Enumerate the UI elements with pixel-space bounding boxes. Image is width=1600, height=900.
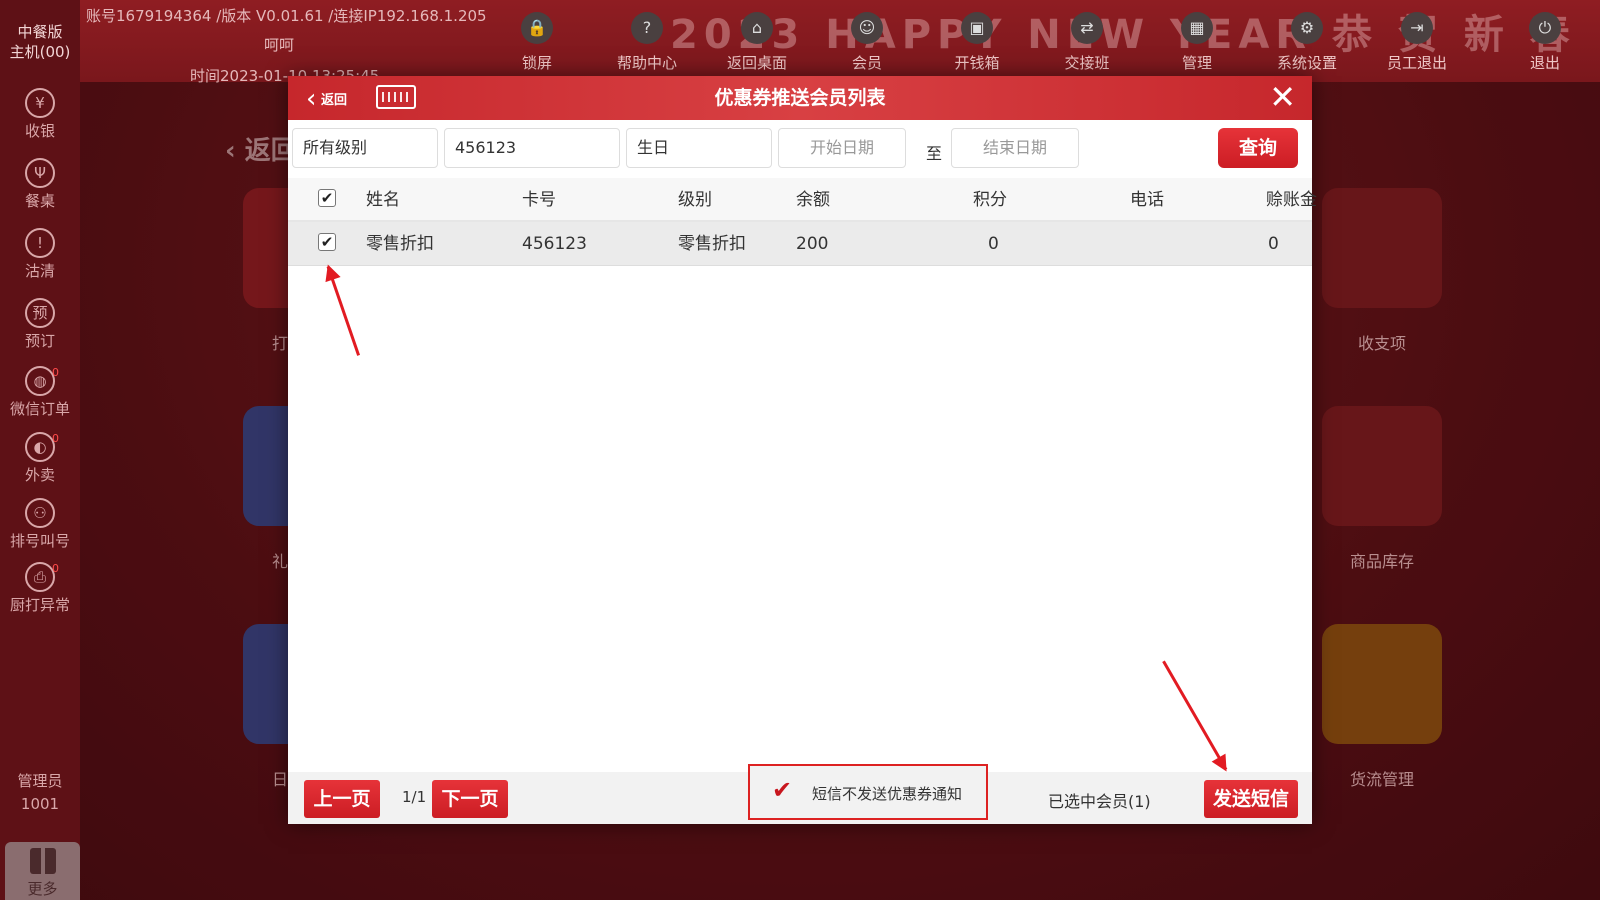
- power-icon: ⏻: [1529, 12, 1561, 44]
- col-phone: 电话: [1130, 190, 1164, 210]
- coupon-push-modal: 优惠券推送会员列表 ‹ 返回 ✕ 所有级别 456123 生日 开始日期 至 结…: [288, 76, 1317, 824]
- toolbar-settings[interactable]: ⚙ 系统设置: [1257, 12, 1357, 73]
- cell-balance: 200: [796, 234, 829, 254]
- start-date-input[interactable]: 开始日期: [778, 128, 906, 168]
- cell-level: 零售折扣: [678, 234, 746, 254]
- sidebar-item-tables[interactable]: Ψ 餐桌: [0, 158, 80, 211]
- help-icon: ?: [631, 12, 663, 44]
- col-name: 姓名: [366, 190, 400, 210]
- col-level: 级别: [678, 190, 712, 210]
- grid-icon: [29, 848, 56, 874]
- selected-count: 已选中会员(1): [1048, 792, 1151, 811]
- toolbar-desktop[interactable]: ⌂ 返回桌面: [707, 12, 807, 73]
- warning-icon: !: [25, 228, 55, 258]
- printer-icon: ⎙ 0: [25, 562, 59, 592]
- brand: 中餐版 主机(00): [9, 23, 71, 61]
- sms-no-notice-toggle[interactable]: ✔ 短信不发送优惠券通知: [748, 764, 988, 820]
- user-name: 呵呵: [264, 36, 295, 54]
- sidebar-item-soldout[interactable]: ! 沽清: [0, 228, 80, 281]
- fork-knife-icon: Ψ: [25, 158, 55, 188]
- level-select[interactable]: 所有级别: [292, 128, 438, 168]
- table-row[interactable]: ✔ 零售折扣 456123 零售折扣 200 0 0: [288, 222, 1312, 266]
- row-checkbox[interactable]: ✔: [318, 233, 336, 251]
- filter-bar: 所有级别 456123 生日 开始日期 至 结束日期 查询: [288, 120, 1312, 178]
- date-range-separator: 至: [926, 144, 943, 163]
- modal-back-button[interactable]: ‹ 返回: [306, 84, 347, 114]
- cell-name: 零售折扣: [366, 234, 434, 254]
- col-card: 卡号: [522, 190, 556, 210]
- sidebar-item-cashier[interactable]: ¥ 收银: [0, 88, 80, 141]
- col-points: 积分: [973, 190, 1007, 210]
- sidebar-item-queue[interactable]: ⚇ 排号叫号: [0, 498, 80, 551]
- toolbar-staff-logout[interactable]: ⇥ 员工退出: [1367, 12, 1467, 73]
- more-button[interactable]: 更多: [5, 842, 80, 900]
- modal-header: 优惠券推送会员列表 ‹ 返回 ✕: [288, 76, 1312, 120]
- cell-credit: 0: [1268, 234, 1279, 254]
- member-icon: ☺: [851, 12, 883, 44]
- toolbar-manage[interactable]: ▦ 管理: [1147, 12, 1247, 73]
- end-date-input[interactable]: 结束日期: [951, 128, 1079, 168]
- col-balance: 余额: [796, 190, 830, 210]
- logout-icon: ⇥: [1401, 12, 1433, 44]
- check-icon: ✔: [772, 776, 793, 804]
- takeout-badge: 0: [52, 432, 59, 445]
- next-page-button[interactable]: 下一页: [432, 780, 508, 818]
- modal-footer: 上一页 1/1 下一页 ✔ 短信不发送优惠券通知 已选中会员(1) 发送短信: [288, 764, 1312, 824]
- close-icon[interactable]: ✕: [1269, 79, 1296, 115]
- select-all-checkbox[interactable]: ✔: [318, 189, 336, 207]
- wechat-badge: 0: [52, 366, 59, 379]
- cell-card: 456123: [522, 234, 587, 254]
- toolbar-shift[interactable]: ⇄ 交接班: [1037, 12, 1137, 73]
- manage-icon: ▦: [1181, 12, 1213, 44]
- toolbar-exit[interactable]: ⏻ 退出: [1495, 12, 1595, 73]
- col-credit: 赊账金: [1266, 190, 1317, 210]
- chevron-left-icon: ‹: [306, 84, 317, 114]
- toolbar-lock[interactable]: 🔒 锁屏: [487, 12, 587, 73]
- sms-no-notice-label: 短信不发送优惠券通知: [812, 785, 963, 803]
- modal-title: 优惠券推送会员列表: [714, 87, 886, 109]
- table-header: ✔ 姓名 卡号 级别 余额 积分 电话 赊账金: [288, 178, 1317, 222]
- reserve-icon: 预: [25, 298, 55, 328]
- toolbar-cashbox[interactable]: ▣ 开钱箱: [927, 12, 1027, 73]
- queue-icon: ⚇: [25, 498, 55, 528]
- date-type-select[interactable]: 生日: [626, 128, 772, 168]
- card-number-input[interactable]: 456123: [444, 128, 620, 168]
- sidebar-item-reserve[interactable]: 预预订: [0, 298, 80, 351]
- query-button[interactable]: 查询: [1218, 128, 1298, 168]
- sidebar-item-kitchen-print-error[interactable]: ⎙ 0 厨打异常: [0, 562, 80, 615]
- send-sms-button[interactable]: 发送短信: [1204, 780, 1298, 818]
- sidebar-item-takeout[interactable]: ◐ 0 外卖: [0, 432, 80, 485]
- kitchen-badge: 0: [52, 562, 59, 575]
- lock-icon: 🔒: [521, 12, 553, 44]
- toolbar-help[interactable]: ? 帮助中心: [597, 12, 697, 73]
- takeout-icon: ◐ 0: [25, 432, 59, 462]
- sidebar-item-wechat-orders[interactable]: ◍ 0 微信订单: [0, 366, 80, 419]
- prev-page-button[interactable]: 上一页: [304, 780, 380, 818]
- gear-icon: ⚙: [1291, 12, 1323, 44]
- shift-icon: ⇄: [1071, 12, 1103, 44]
- page-indicator: 1/1: [402, 788, 427, 806]
- current-user: 管理员 1001: [17, 772, 63, 813]
- keyboard-icon[interactable]: [376, 85, 416, 109]
- yen-icon: ¥: [25, 88, 55, 118]
- cell-points: 0: [988, 234, 999, 254]
- desktop-icon: ⌂: [741, 12, 773, 44]
- account-info: 账号1679194364 /版本 V0.01.61 /连接IP192.168.1…: [86, 7, 487, 25]
- toolbar-member[interactable]: ☺ 会员: [817, 12, 917, 73]
- wechat-icon: ◍ 0: [25, 366, 59, 396]
- cashbox-icon: ▣: [961, 12, 993, 44]
